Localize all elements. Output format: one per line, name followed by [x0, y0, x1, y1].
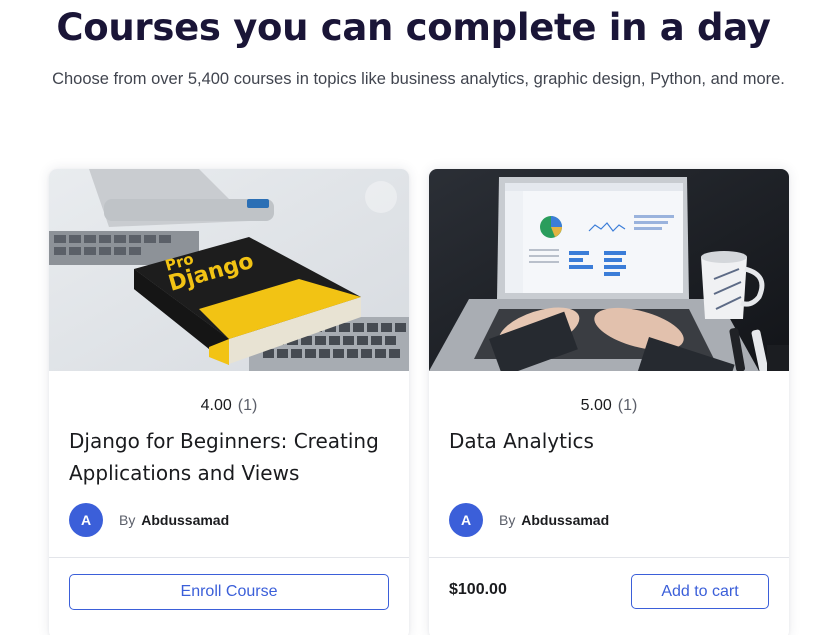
laptop-analytics-photo: [429, 169, 789, 371]
author-name[interactable]: Abdussamad: [141, 512, 229, 528]
by-label: By: [119, 512, 136, 528]
course-title[interactable]: Django for Beginners: Creating Applicati…: [69, 425, 399, 489]
course-price: $100.00: [449, 581, 507, 598]
rating-value: 5.00: [580, 397, 612, 414]
author-name[interactable]: Abdussamad: [521, 512, 609, 528]
course-author: A By Abdussamad: [449, 503, 609, 537]
course-card-django[interactable]: Pro Django 4.00 (1) Django for Beginners:…: [49, 169, 409, 635]
by-label: By: [499, 512, 516, 528]
card-divider: [429, 557, 789, 558]
course-title[interactable]: Data Analytics: [449, 425, 779, 457]
enroll-course-button[interactable]: Enroll Course: [69, 574, 389, 610]
course-rating: 5.00 (1): [429, 397, 789, 415]
page-subtitle: Choose from over 5,400 courses in topics…: [52, 70, 785, 88]
course-rating: 4.00 (1): [49, 397, 409, 415]
rating-value: 4.00: [200, 397, 232, 414]
avatar: A: [69, 503, 103, 537]
course-thumbnail[interactable]: Pro Django: [49, 169, 409, 371]
wishlist-button[interactable]: [365, 181, 397, 213]
course-card-data-analytics[interactable]: 5.00 (1) Data Analytics A By Abdussamad $…: [429, 169, 789, 635]
add-to-cart-button[interactable]: Add to cart: [631, 574, 769, 609]
course-thumbnail[interactable]: [429, 169, 789, 371]
page-title: Courses you can complete in a day: [56, 6, 771, 49]
django-book-photo: Pro Django: [49, 169, 409, 371]
rating-count: (1): [617, 397, 638, 414]
course-author: A By Abdussamad: [69, 503, 229, 537]
avatar: A: [449, 503, 483, 537]
rating-count: (1): [237, 397, 258, 414]
card-divider: [49, 557, 409, 558]
